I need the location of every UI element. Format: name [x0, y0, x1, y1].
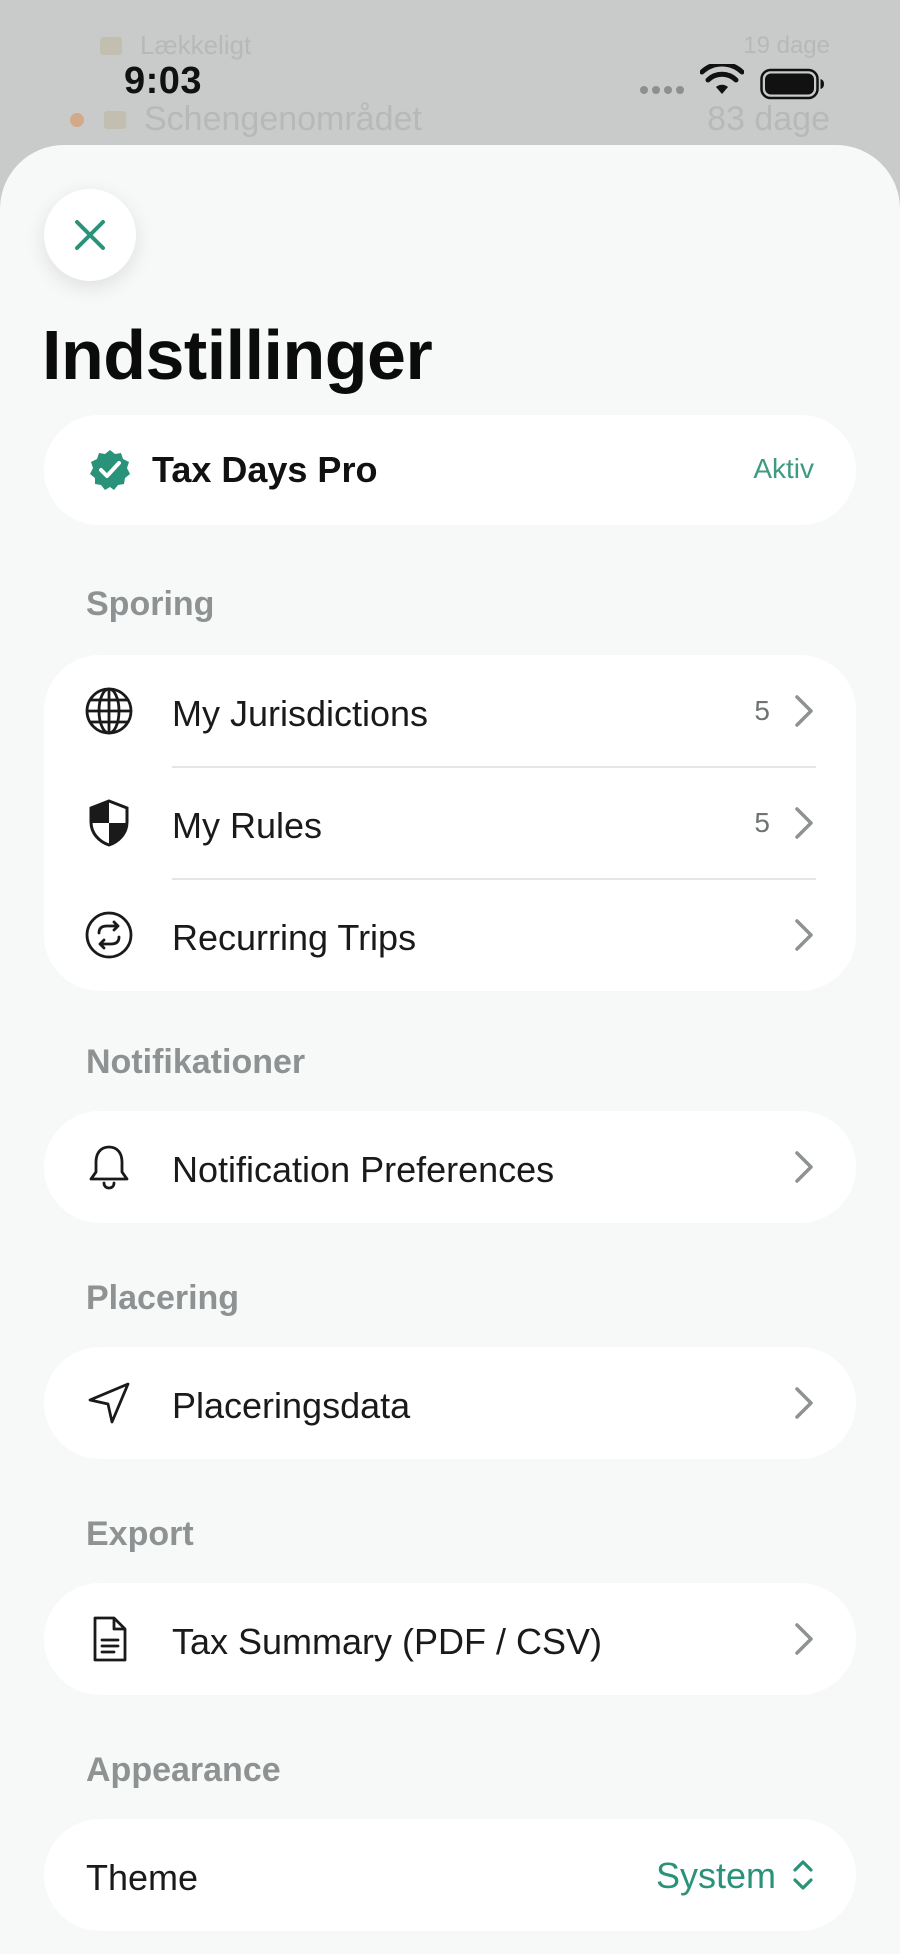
chevron-right-icon: [795, 695, 813, 727]
flag-icon: [100, 36, 122, 55]
row-theme[interactable]: Theme System: [44, 1819, 856, 1931]
tracking-card: My Jurisdictions 5 My Rules 5 Recurring …: [44, 655, 856, 991]
chevron-right-icon: [795, 1387, 813, 1419]
shield-icon: [89, 799, 129, 847]
globe-icon: [85, 687, 133, 735]
document-icon: [93, 1616, 127, 1662]
pro-status-badge: Aktiv: [753, 453, 814, 484]
section-header-location: Placering: [86, 1279, 240, 1317]
row-my-rules[interactable]: My Rules 5: [44, 767, 856, 879]
chevron-right-icon: [795, 919, 813, 951]
section-header-export: Export: [86, 1515, 194, 1553]
row-count: 5: [754, 807, 770, 838]
location-arrow-icon: [88, 1382, 130, 1424]
row-label: Tax Summary (PDF / CSV): [172, 1621, 603, 1662]
pro-subscription-card[interactable]: Tax Days Pro Aktiv: [44, 415, 856, 525]
battery-icon: [760, 68, 824, 100]
close-icon: [75, 220, 105, 250]
status-time: 9:03: [124, 60, 203, 102]
close-button[interactable]: [44, 189, 136, 281]
theme-picker-value[interactable]: System: [656, 1855, 776, 1897]
bell-icon: [89, 1145, 129, 1190]
notifications-card: Notification Preferences: [44, 1111, 856, 1223]
chevron-right-icon: [795, 807, 813, 839]
section-header-notifications: Notifikationer: [86, 1043, 306, 1081]
section-header-appearance: Appearance: [86, 1751, 281, 1789]
page-title: Indstillinger: [42, 316, 433, 394]
row-label: My Rules: [172, 805, 323, 846]
export-card: Tax Summary (PDF / CSV): [44, 1583, 856, 1695]
wifi-icon: [700, 64, 744, 94]
row-my-jurisdictions[interactable]: My Jurisdictions 5: [44, 655, 856, 767]
theme-label: Theme: [86, 1857, 199, 1898]
chevron-right-icon: [795, 1623, 813, 1655]
row-label: My Jurisdictions: [172, 693, 429, 734]
row-label: Recurring Trips: [172, 917, 417, 958]
section-header-tracking: Sporing: [86, 585, 215, 623]
flag-icon: [104, 110, 126, 129]
cellular-signal-icon: [640, 86, 684, 94]
appearance-card: Theme System: [44, 1819, 856, 1931]
row-label: Notification Preferences: [172, 1149, 555, 1190]
location-card: Placeringsdata: [44, 1347, 856, 1459]
row-count: 5: [754, 695, 770, 726]
row-tax-summary[interactable]: Tax Summary (PDF / CSV): [44, 1583, 856, 1695]
row-label: Placeringsdata: [172, 1385, 411, 1426]
repeat-icon: [85, 911, 133, 959]
row-recurring-trips[interactable]: Recurring Trips: [44, 879, 856, 991]
row-notification-preferences[interactable]: Notification Preferences: [44, 1111, 856, 1223]
status-dot-icon: [70, 112, 84, 127]
row-location-data[interactable]: Placeringsdata: [44, 1347, 856, 1459]
chevron-up-down-icon: [793, 1860, 813, 1890]
status-bar: 9:03: [0, 54, 900, 110]
pro-name: Tax Days Pro: [152, 449, 378, 490]
verified-badge-icon: [90, 450, 130, 490]
settings-sheet: Indstillinger Tax Days Pro Aktiv Sporing…: [0, 145, 900, 1954]
chevron-right-icon: [795, 1151, 813, 1183]
